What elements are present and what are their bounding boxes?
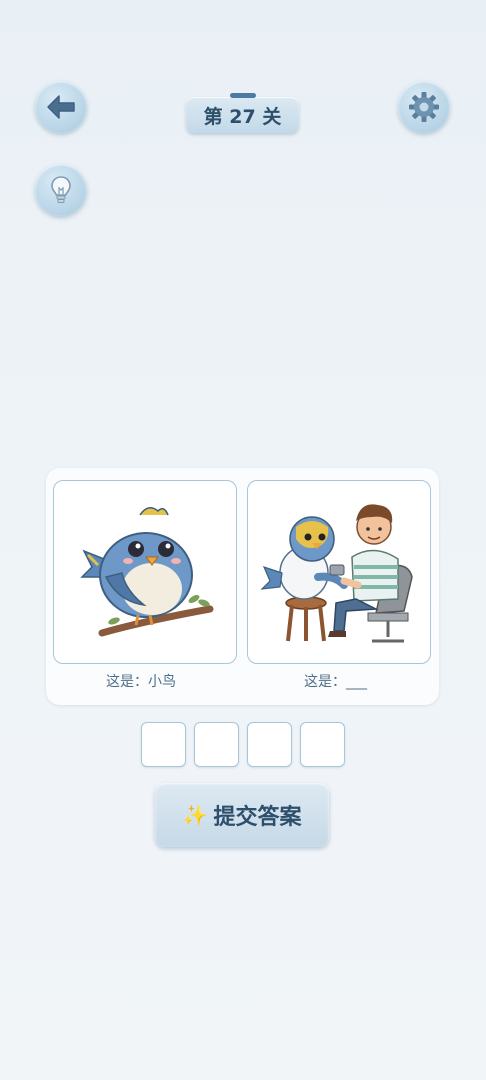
badge-tab	[230, 93, 256, 98]
bird-on-branch-illustration	[80, 507, 214, 637]
back-button[interactable]	[35, 81, 87, 133]
sparkle-icon: ✨	[182, 803, 208, 827]
arrow-left-icon	[47, 95, 75, 119]
puzzle-panel: 这是：小鸟 这是：___	[46, 468, 439, 705]
level-badge: 第 27 关	[186, 93, 299, 133]
answer-slot-3[interactable]	[247, 722, 292, 767]
gear-icon	[409, 92, 439, 122]
doctor-bird-picture	[247, 480, 431, 664]
level-label: 第 27 关	[203, 105, 282, 128]
submit-label: 提交答案	[213, 805, 302, 830]
hint-button[interactable]	[35, 164, 87, 216]
bird-doctor-with-patient-illustration	[260, 504, 413, 643]
answer-slot-4[interactable]	[300, 722, 345, 767]
answer-slot-2[interactable]	[194, 722, 239, 767]
submit-answer-button[interactable]: ✨ 提交答案	[155, 783, 329, 847]
answer-slot-1[interactable]	[141, 722, 186, 767]
bird-picture	[53, 480, 237, 664]
caption-left: 这是：小鸟	[106, 674, 176, 690]
caption-right: 这是：___	[304, 674, 367, 690]
lightbulb-icon	[51, 176, 71, 203]
settings-button[interactable]	[398, 81, 450, 133]
